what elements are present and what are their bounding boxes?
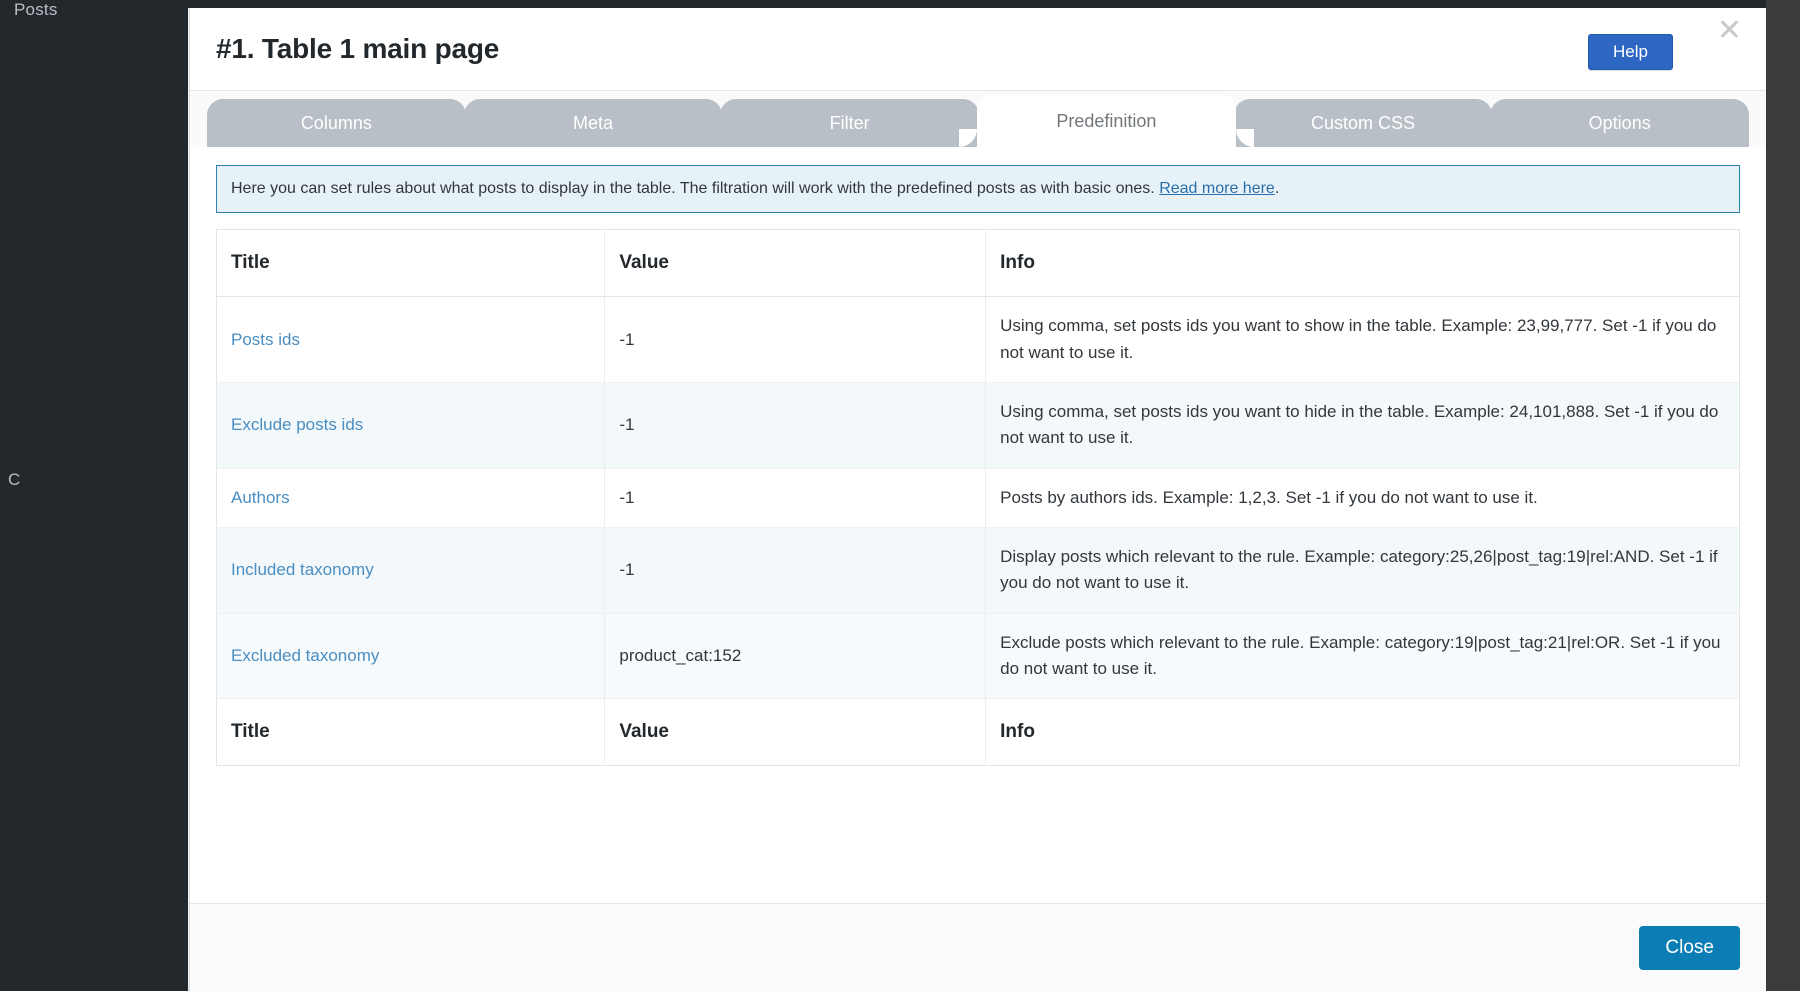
sidebar-item-posts[interactable]: Posts bbox=[14, 0, 58, 20]
setting-link-authors[interactable]: Authors bbox=[231, 488, 290, 507]
row-info-cell: Exclude posts which relevant to the rule… bbox=[985, 613, 1740, 700]
row-value-cell[interactable]: product_cat:152 bbox=[604, 613, 987, 700]
admin-bar bbox=[0, 0, 1800, 8]
row-value-cell[interactable]: -1 bbox=[604, 468, 987, 529]
column-header-value: Value bbox=[604, 229, 987, 298]
row-info-cell: Using comma, set posts ids you want to s… bbox=[985, 296, 1740, 384]
tab-filter[interactable]: Filter bbox=[720, 99, 980, 147]
table-row: Excluded taxonomy product_cat:152 Exclud… bbox=[216, 613, 1740, 700]
notice-text-tail: . bbox=[1274, 180, 1280, 197]
table-head: Title Value Info bbox=[216, 229, 1740, 298]
table-footer-row: Title Value Info bbox=[216, 698, 1740, 766]
table-row: Exclude posts ids -1 Using comma, set po… bbox=[216, 382, 1740, 469]
right-edge-shade bbox=[1766, 0, 1800, 991]
column-footer-title: Title bbox=[216, 698, 606, 766]
table-foot: Title Value Info bbox=[216, 698, 1740, 766]
column-header-title: Title bbox=[216, 229, 606, 298]
row-info-cell: Posts by authors ids. Example: 1,2,3. Se… bbox=[985, 468, 1740, 529]
tab-custom-css-label: Custom CSS bbox=[1311, 112, 1416, 133]
row-title-cell: Authors bbox=[216, 468, 606, 529]
tabs-bar: Columns Meta Filter Predefinition Custom… bbox=[190, 91, 1766, 147]
tab-options[interactable]: Options bbox=[1490, 99, 1750, 147]
row-info-cell: Using comma, set posts ids you want to h… bbox=[985, 382, 1740, 469]
predefinition-table: Title Value Info Posts ids -1 Using comm… bbox=[216, 229, 1740, 767]
tab-predefinition-label: Predefinition bbox=[1056, 110, 1157, 131]
modal-footer: Close bbox=[190, 903, 1766, 991]
tab-predefinition[interactable]: Predefinition bbox=[959, 95, 1254, 147]
help-button[interactable]: Help bbox=[1588, 34, 1673, 70]
row-title-cell: Exclude posts ids bbox=[216, 382, 606, 469]
page-title: #1. Table 1 main page bbox=[216, 33, 500, 64]
row-title-cell: Included taxonomy bbox=[216, 527, 606, 614]
tab-custom-css[interactable]: Custom CSS bbox=[1233, 99, 1493, 147]
modal-header: #1. Table 1 main page Help ✕ bbox=[190, 8, 1766, 91]
setting-link-exclude-posts-ids[interactable]: Exclude posts ids bbox=[231, 415, 363, 434]
row-value-cell[interactable]: -1 bbox=[604, 527, 987, 614]
read-more-link[interactable]: Read more here bbox=[1159, 180, 1275, 197]
close-button[interactable]: Close bbox=[1639, 925, 1740, 970]
sidebar-item-partial[interactable]: C bbox=[8, 470, 20, 490]
table-body: Posts ids -1 Using comma, set posts ids … bbox=[216, 296, 1740, 700]
tab-filter-label: Filter bbox=[829, 112, 870, 133]
tab-list: Columns Meta Filter Predefinition Custom… bbox=[207, 91, 1750, 147]
setting-link-posts-ids[interactable]: Posts ids bbox=[231, 330, 300, 349]
column-header-info: Info bbox=[985, 229, 1740, 298]
column-footer-info: Info bbox=[985, 698, 1740, 766]
setting-link-excluded-taxonomy[interactable]: Excluded taxonomy bbox=[231, 646, 379, 665]
tab-meta[interactable]: Meta bbox=[463, 99, 723, 147]
modal-body: Here you can set rules about what posts … bbox=[190, 147, 1766, 903]
tab-meta-label: Meta bbox=[572, 112, 614, 133]
table-header-row: Title Value Info bbox=[216, 229, 1740, 298]
notice-text: Here you can set rules about what posts … bbox=[231, 180, 1160, 197]
table-settings-modal: #1. Table 1 main page Help ✕ Columns Met… bbox=[190, 8, 1766, 991]
row-title-cell: Posts ids bbox=[216, 296, 606, 384]
admin-sidebar[interactable]: Posts C bbox=[0, 0, 188, 991]
tab-columns[interactable]: Columns bbox=[207, 99, 466, 147]
table-row: Included taxonomy -1 Display posts which… bbox=[216, 527, 1740, 614]
info-notice: Here you can set rules about what posts … bbox=[216, 165, 1740, 214]
tab-columns-label: Columns bbox=[300, 112, 372, 133]
close-icon[interactable]: ✕ bbox=[1717, 16, 1742, 46]
tab-options-label: Options bbox=[1588, 112, 1651, 133]
table-row: Authors -1 Posts by authors ids. Example… bbox=[216, 468, 1740, 529]
row-value-cell[interactable]: -1 bbox=[604, 296, 987, 384]
row-title-cell: Excluded taxonomy bbox=[216, 613, 606, 700]
row-info-cell: Display posts which relevant to the rule… bbox=[985, 527, 1740, 614]
table-row: Posts ids -1 Using comma, set posts ids … bbox=[216, 296, 1740, 384]
row-value-cell[interactable]: -1 bbox=[604, 382, 987, 469]
setting-link-included-taxonomy[interactable]: Included taxonomy bbox=[231, 560, 374, 579]
column-footer-value: Value bbox=[604, 698, 987, 766]
